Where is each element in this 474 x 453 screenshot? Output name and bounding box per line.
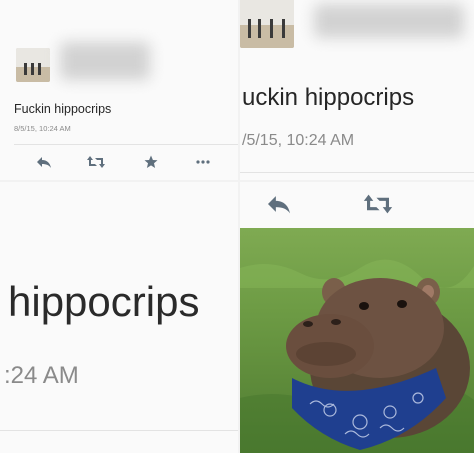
retweet-icon[interactable] <box>83 152 109 172</box>
reply-icon[interactable] <box>262 190 296 218</box>
user-avatar[interactable] <box>16 48 50 82</box>
retweet-icon[interactable] <box>358 190 398 218</box>
hippo-photo <box>240 228 474 453</box>
tweet-panel-closeup: hippocrips :24 AM <box>0 182 238 453</box>
tweet-text: Fuckin hippocrips <box>14 102 112 116</box>
divider <box>14 144 238 145</box>
tweet-text: uckin hippocrips <box>242 84 415 111</box>
blurred-username <box>60 42 150 80</box>
divider <box>0 430 238 431</box>
divider <box>240 172 474 173</box>
user-avatar[interactable] <box>240 0 294 48</box>
tweet-text: hippocrips <box>8 278 200 325</box>
hippo-illustration <box>240 259 474 453</box>
tweet-timestamp: :24 AM <box>4 362 79 389</box>
more-icon[interactable] <box>192 152 214 172</box>
blurred-username <box>314 4 464 38</box>
tweet-timestamp: /5/15, 10:24 AM <box>242 132 355 149</box>
tweet-panel-zoomed: uckin hippocrips /5/15, 10:24 AM <box>240 0 474 180</box>
favorite-icon[interactable] <box>140 152 162 172</box>
tweet-panel-small: Fuckin hippocrips 8/5/15, 10:24 AM <box>0 0 238 180</box>
reply-icon[interactable] <box>32 152 56 172</box>
tweet-timestamp: 8/5/15, 10:24 AM <box>14 124 71 133</box>
